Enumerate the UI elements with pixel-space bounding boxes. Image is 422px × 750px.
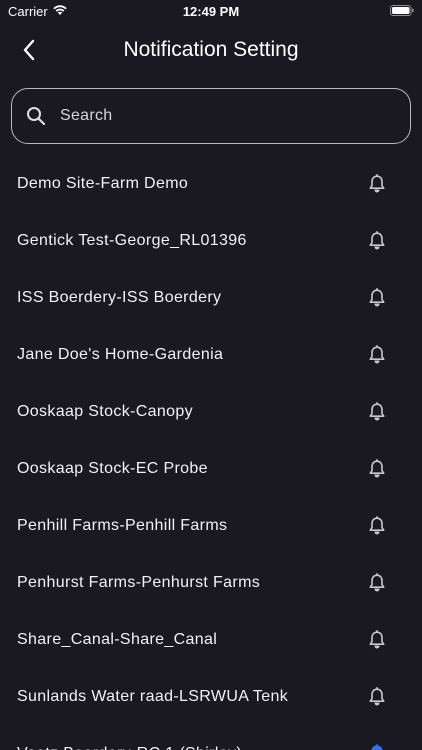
clock: 12:49 PM [182, 4, 240, 19]
site-name: ISS Boerdery-ISS Boerdery [17, 288, 222, 306]
site-row[interactable]: Jane Doe's Home-Gardenia [0, 326, 422, 383]
bell-icon [369, 686, 385, 705]
notification-toggle-button[interactable] [364, 285, 390, 311]
site-name: Demo Site-Farm Demo [17, 174, 189, 192]
site-name: Vaatz Boerdery-RC 1 (Shirley) [17, 745, 242, 750]
notification-toggle-button[interactable] [364, 456, 390, 482]
site-name: Penhill Farms-Penhill Farms [17, 516, 228, 534]
bell-icon [369, 458, 385, 477]
navigation-bar: Notification Setting [0, 28, 422, 72]
notification-toggle-button[interactable] [364, 399, 390, 425]
notification-toggle-button[interactable] [364, 171, 390, 197]
bell-icon [369, 401, 385, 420]
site-row[interactable]: Penhill Farms-Penhill Farms [0, 497, 422, 554]
notification-toggle-button[interactable] [364, 741, 390, 750]
site-row[interactable]: Penhurst Farms-Penhurst Farms [0, 554, 422, 611]
notification-setting-screen: Carrier 12:49 PM Notification Setting De… [0, 0, 422, 750]
site-row[interactable]: Demo Site-Farm Demo [0, 155, 422, 212]
site-name: Jane Doe's Home-Gardenia [17, 345, 224, 363]
notification-toggle-button[interactable] [364, 513, 390, 539]
search-icon [27, 107, 46, 126]
notification-toggle-button[interactable] [364, 570, 390, 596]
notification-toggle-button[interactable] [364, 684, 390, 710]
site-name: Gentick Test-George_RL01396 [17, 231, 247, 249]
site-row[interactable]: Ooskaap Stock-Canopy [0, 383, 422, 440]
site-name: Sunlands Water raad-LSRWUA Tenk [17, 687, 289, 705]
bell-icon [369, 287, 385, 306]
site-row[interactable]: Share_Canal-Share_Canal [0, 611, 422, 668]
bell-icon [369, 173, 385, 192]
site-row[interactable]: Ooskaap Stock-EC Probe [0, 440, 422, 497]
search-bar[interactable] [11, 88, 411, 144]
battery-icon [390, 5, 414, 16]
notification-toggle-button[interactable] [364, 627, 390, 653]
status-bar: Carrier 12:49 PM [0, 0, 422, 22]
search-input[interactable] [60, 96, 410, 136]
site-list: Demo Site-Farm Demo Gentick Test-George_R… [0, 155, 422, 750]
site-row[interactable]: ISS Boerdery-ISS Boerdery [0, 269, 422, 326]
site-name: Ooskaap Stock-EC Probe [17, 459, 208, 477]
site-name: Ooskaap Stock-Canopy [17, 402, 193, 420]
bell-icon [369, 230, 385, 249]
bell-icon [369, 515, 385, 534]
bell-icon [371, 743, 383, 750]
notification-toggle-button[interactable] [364, 342, 390, 368]
site-row[interactable]: Gentick Test-George_RL01396 [0, 212, 422, 269]
site-name: Penhurst Farms-Penhurst Farms [17, 573, 261, 591]
site-row[interactable]: Sunlands Water raad-LSRWUA Tenk [0, 668, 422, 725]
site-row[interactable]: Vaatz Boerdery-RC 1 (Shirley) [0, 725, 422, 750]
bell-icon [369, 629, 385, 648]
notification-toggle-button[interactable] [364, 228, 390, 254]
bell-icon [369, 572, 385, 591]
site-name: Share_Canal-Share_Canal [17, 630, 218, 648]
page-title: Notification Setting [123, 38, 299, 61]
bell-icon [369, 344, 385, 363]
